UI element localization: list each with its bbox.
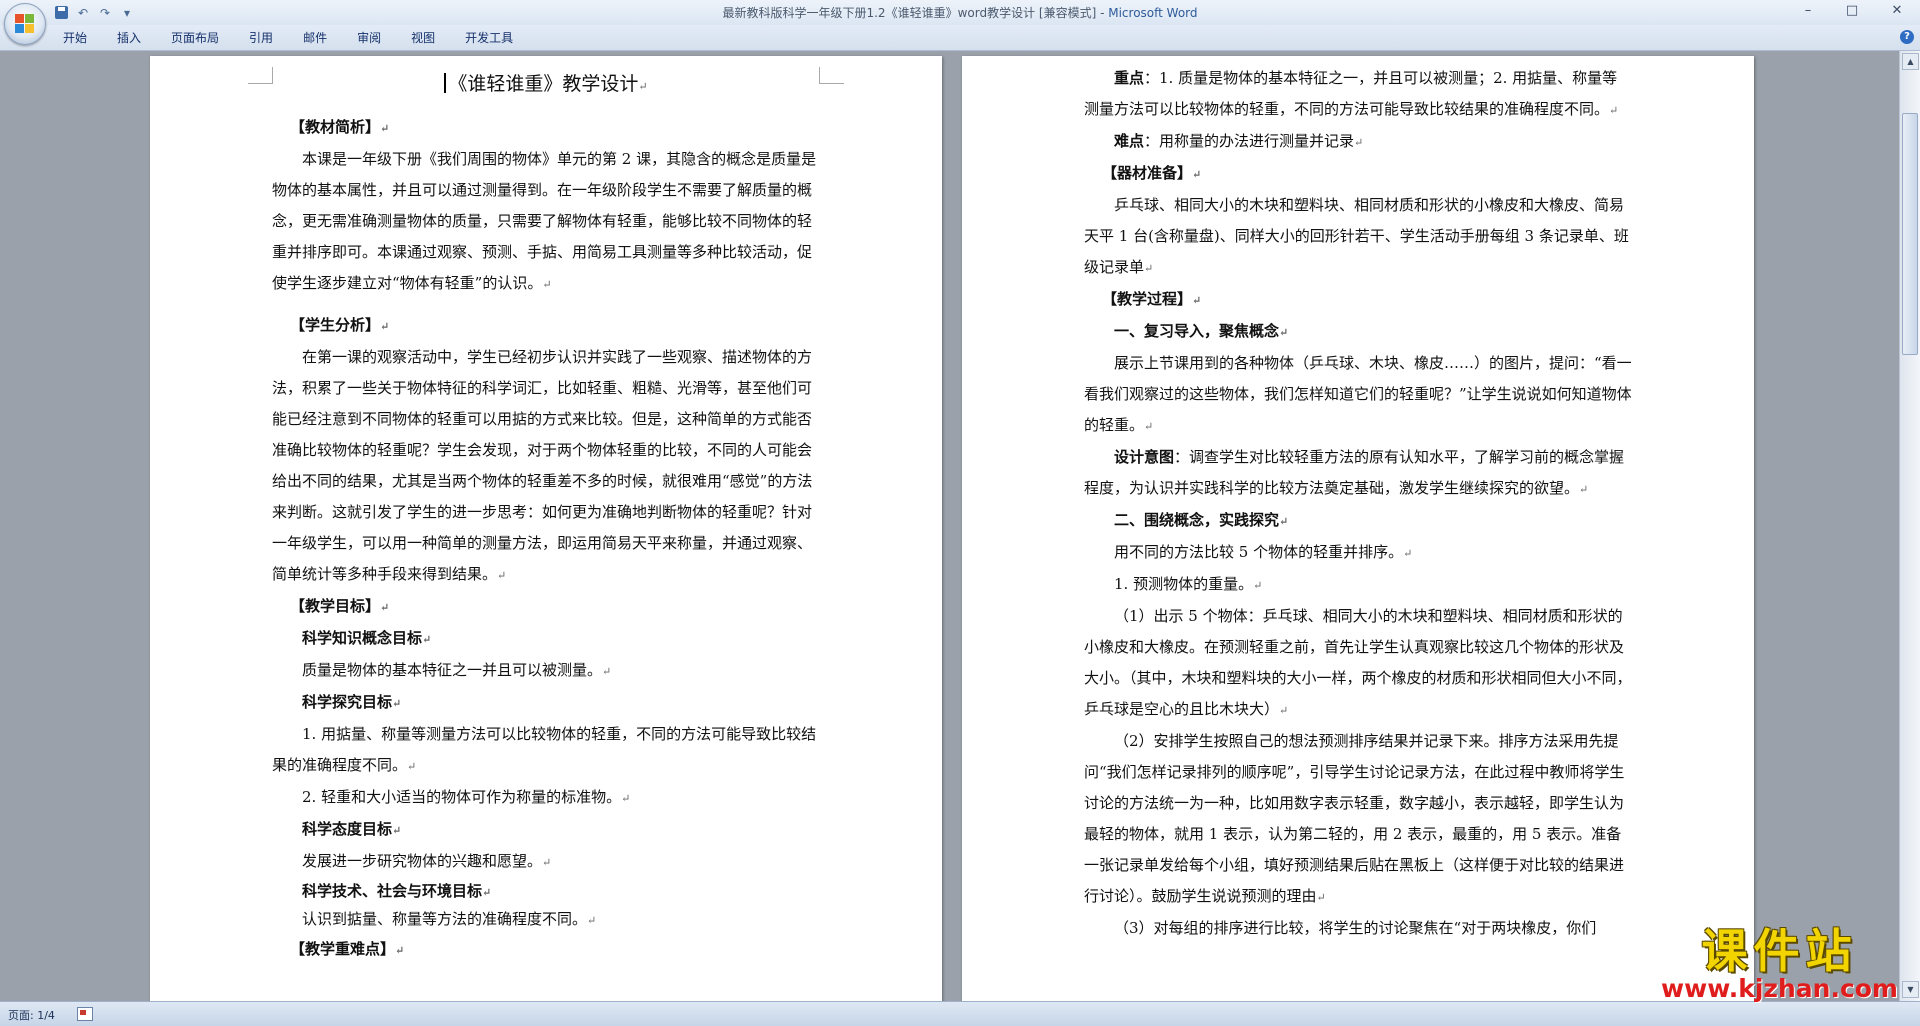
goal-title: 科学探究目标↵ [302,693,402,711]
help-icon[interactable]: ? [1900,30,1914,44]
section-heading: 【教材简析】↵ [290,118,390,136]
office-logo-icon [15,14,35,34]
paragraph: （3）对每组的排序进行比较，将学生的讨论聚焦在“对于两块橡皮，你们 [1114,919,1597,937]
paragraph: 发展进一步研究物体的兴趣和愿望。↵ [302,852,552,870]
paragraph: 本课是一年级下册《我们周围的物体》单元的第 2 课，其隐含的概念是质量是物体的基… [272,150,817,292]
paragraph: 2. 轻重和大小适当的物体可作为称量的标准物。↵ [302,788,631,806]
document-workspace: 《谁轻谁重》教学设计↵ 【教材简析】↵ 本课是一年级下册《我们周围的物体》单元的… [0,51,1900,1001]
paragraph: 1. 预测物体的重量。↵ [1114,575,1263,593]
ribbon-tabs: 开始 插入 页面布局 引用 邮件 审阅 视图 开发工具 [48,30,528,46]
app-name: Microsoft Word [1108,6,1198,20]
paragraph: 难点：用称量的办法进行测量并记录↵ [1114,132,1364,150]
site-watermark: 课件站 www.kjzhan.com [1661,926,1898,1002]
watermark-url: www.kjzhan.com [1661,974,1898,1003]
goal-title: 科学态度目标↵ [302,820,402,838]
office-button[interactable] [4,3,46,45]
paragraph: （1）出示 5 个物体：乒乓球、相同大小的木块和塑料块、相同材质和形状的小橡皮和… [1084,607,1632,718]
text-cursor [444,73,447,93]
goal-title: 科学技术、社会与环境目标↵ [302,882,492,900]
paragraph: （2）安排学生按照自己的想法预测排序结果并记录下来。排序方法采用先提问“我们怎样… [1084,732,1625,905]
paragraph: 重点：1. 质量是物体的基本特征之一，并且可以被测量；2. 用掂量、称量等测量方… [1084,69,1619,118]
section-heading: 【教学过程】↵ [1102,290,1202,308]
proofing-icon[interactable] [77,1007,93,1021]
page-content: 《谁轻谁重》教学设计↵ 【教材简析】↵ 本课是一年级下册《我们周围的物体》单元的… [272,56,820,966]
margin-corner-mark [248,67,273,84]
scroll-up-button[interactable]: ▲ [1902,53,1919,70]
window-title: 最新教科版科学一年级下册1.2《谁轻谁重》word教学设计 [兼容模式] - M… [722,6,1198,20]
goal-title: 科学知识概念目标↵ [302,629,432,647]
title-bar: ↶ ↷ ▾ 最新教科版科学一年级下册1.2《谁轻谁重》word教学设计 [兼容模… [0,0,1920,45]
step-heading: 一、复习导入，聚焦概念↵ [1114,322,1289,340]
document-title: 最新教科版科学一年级下册1.2《谁轻谁重》word教学设计 [兼容模式] [722,6,1097,20]
tab-insert[interactable]: 插入 [102,30,156,46]
paragraph: 认识到掂量、称量等方法的准确程度不同。↵ [302,910,597,928]
ribbon: 开始 插入 页面布局 引用 邮件 审阅 视图 开发工具 ? [0,25,1920,51]
page-content: 重点：1. 质量是物体的基本特征之一，并且可以被测量；2. 用掂量、称量等测量方… [1084,63,1632,944]
paragraph: 在第一课的观察活动中，学生已经初步认识并实践了一些观察、描述物体的方法，积累了一… [272,348,813,583]
tab-view[interactable]: 视图 [396,30,450,46]
document-page-1[interactable]: 《谁轻谁重》教学设计↵ 【教材简析】↵ 本课是一年级下册《我们周围的物体》单元的… [150,56,942,1001]
paragraph: 设计意图：调查学生对比较轻重方法的原有认知水平，了解学习前的概念掌握程度，为认识… [1084,448,1625,497]
tab-mailings[interactable]: 邮件 [288,30,342,46]
close-button[interactable]: ✕ [1874,0,1920,20]
document-page-2[interactable]: 重点：1. 质量是物体的基本特征之一，并且可以被测量；2. 用掂量、称量等测量方… [962,56,1754,1001]
section-heading: 【教学目标】↵ [290,597,390,615]
window-controls: – □ ✕ [1786,0,1920,22]
minimize-button[interactable]: – [1786,0,1830,20]
tab-developer[interactable]: 开发工具 [450,30,528,46]
section-heading: 【器材准备】↵ [1102,164,1202,182]
tab-page-layout[interactable]: 页面布局 [156,30,234,46]
tab-references[interactable]: 引用 [234,30,288,46]
step-heading: 二、围绕概念，实践探究↵ [1114,511,1289,529]
paragraph: 乒乓球、相同大小的木块和塑料块、相同材质和形状的小橡皮和大橡皮、简易天平 1 台… [1084,196,1629,276]
section-heading: 【学生分析】↵ [290,316,390,334]
maximize-button[interactable]: □ [1830,0,1874,20]
margin-corner-mark [819,67,844,84]
paragraph: 展示上节课用到的各种物体（乒乓球、木块、橡皮……）的图片，提问：“看一看我们观察… [1084,354,1632,434]
document-heading: 《谁轻谁重》教学设计↵ [272,69,820,102]
paragraph: 用不同的方法比较 5 个物体的轻重并排序。↵ [1114,543,1413,561]
tab-home[interactable]: 开始 [48,30,102,46]
paragraph: 质量是物体的基本特征之一并且可以被测量。↵ [302,661,612,679]
scroll-thumb[interactable] [1902,113,1918,355]
vertical-scrollbar[interactable]: ▲ ▼ [1899,51,1920,1001]
status-bar: 页面: 1/4 [0,1001,1920,1026]
scroll-down-button[interactable]: ▼ [1902,981,1919,998]
section-heading: 【教学重难点】↵ [290,940,405,958]
watermark-logo: 课件站 [1701,924,1858,978]
page-counter[interactable]: 页面: 1/4 [8,1007,55,1023]
paragraph: 1. 用掂量、称量等测量方法可以比较物体的轻重，不同的方法可能导致比较结果的准确… [272,725,817,774]
tab-review[interactable]: 审阅 [342,30,396,46]
